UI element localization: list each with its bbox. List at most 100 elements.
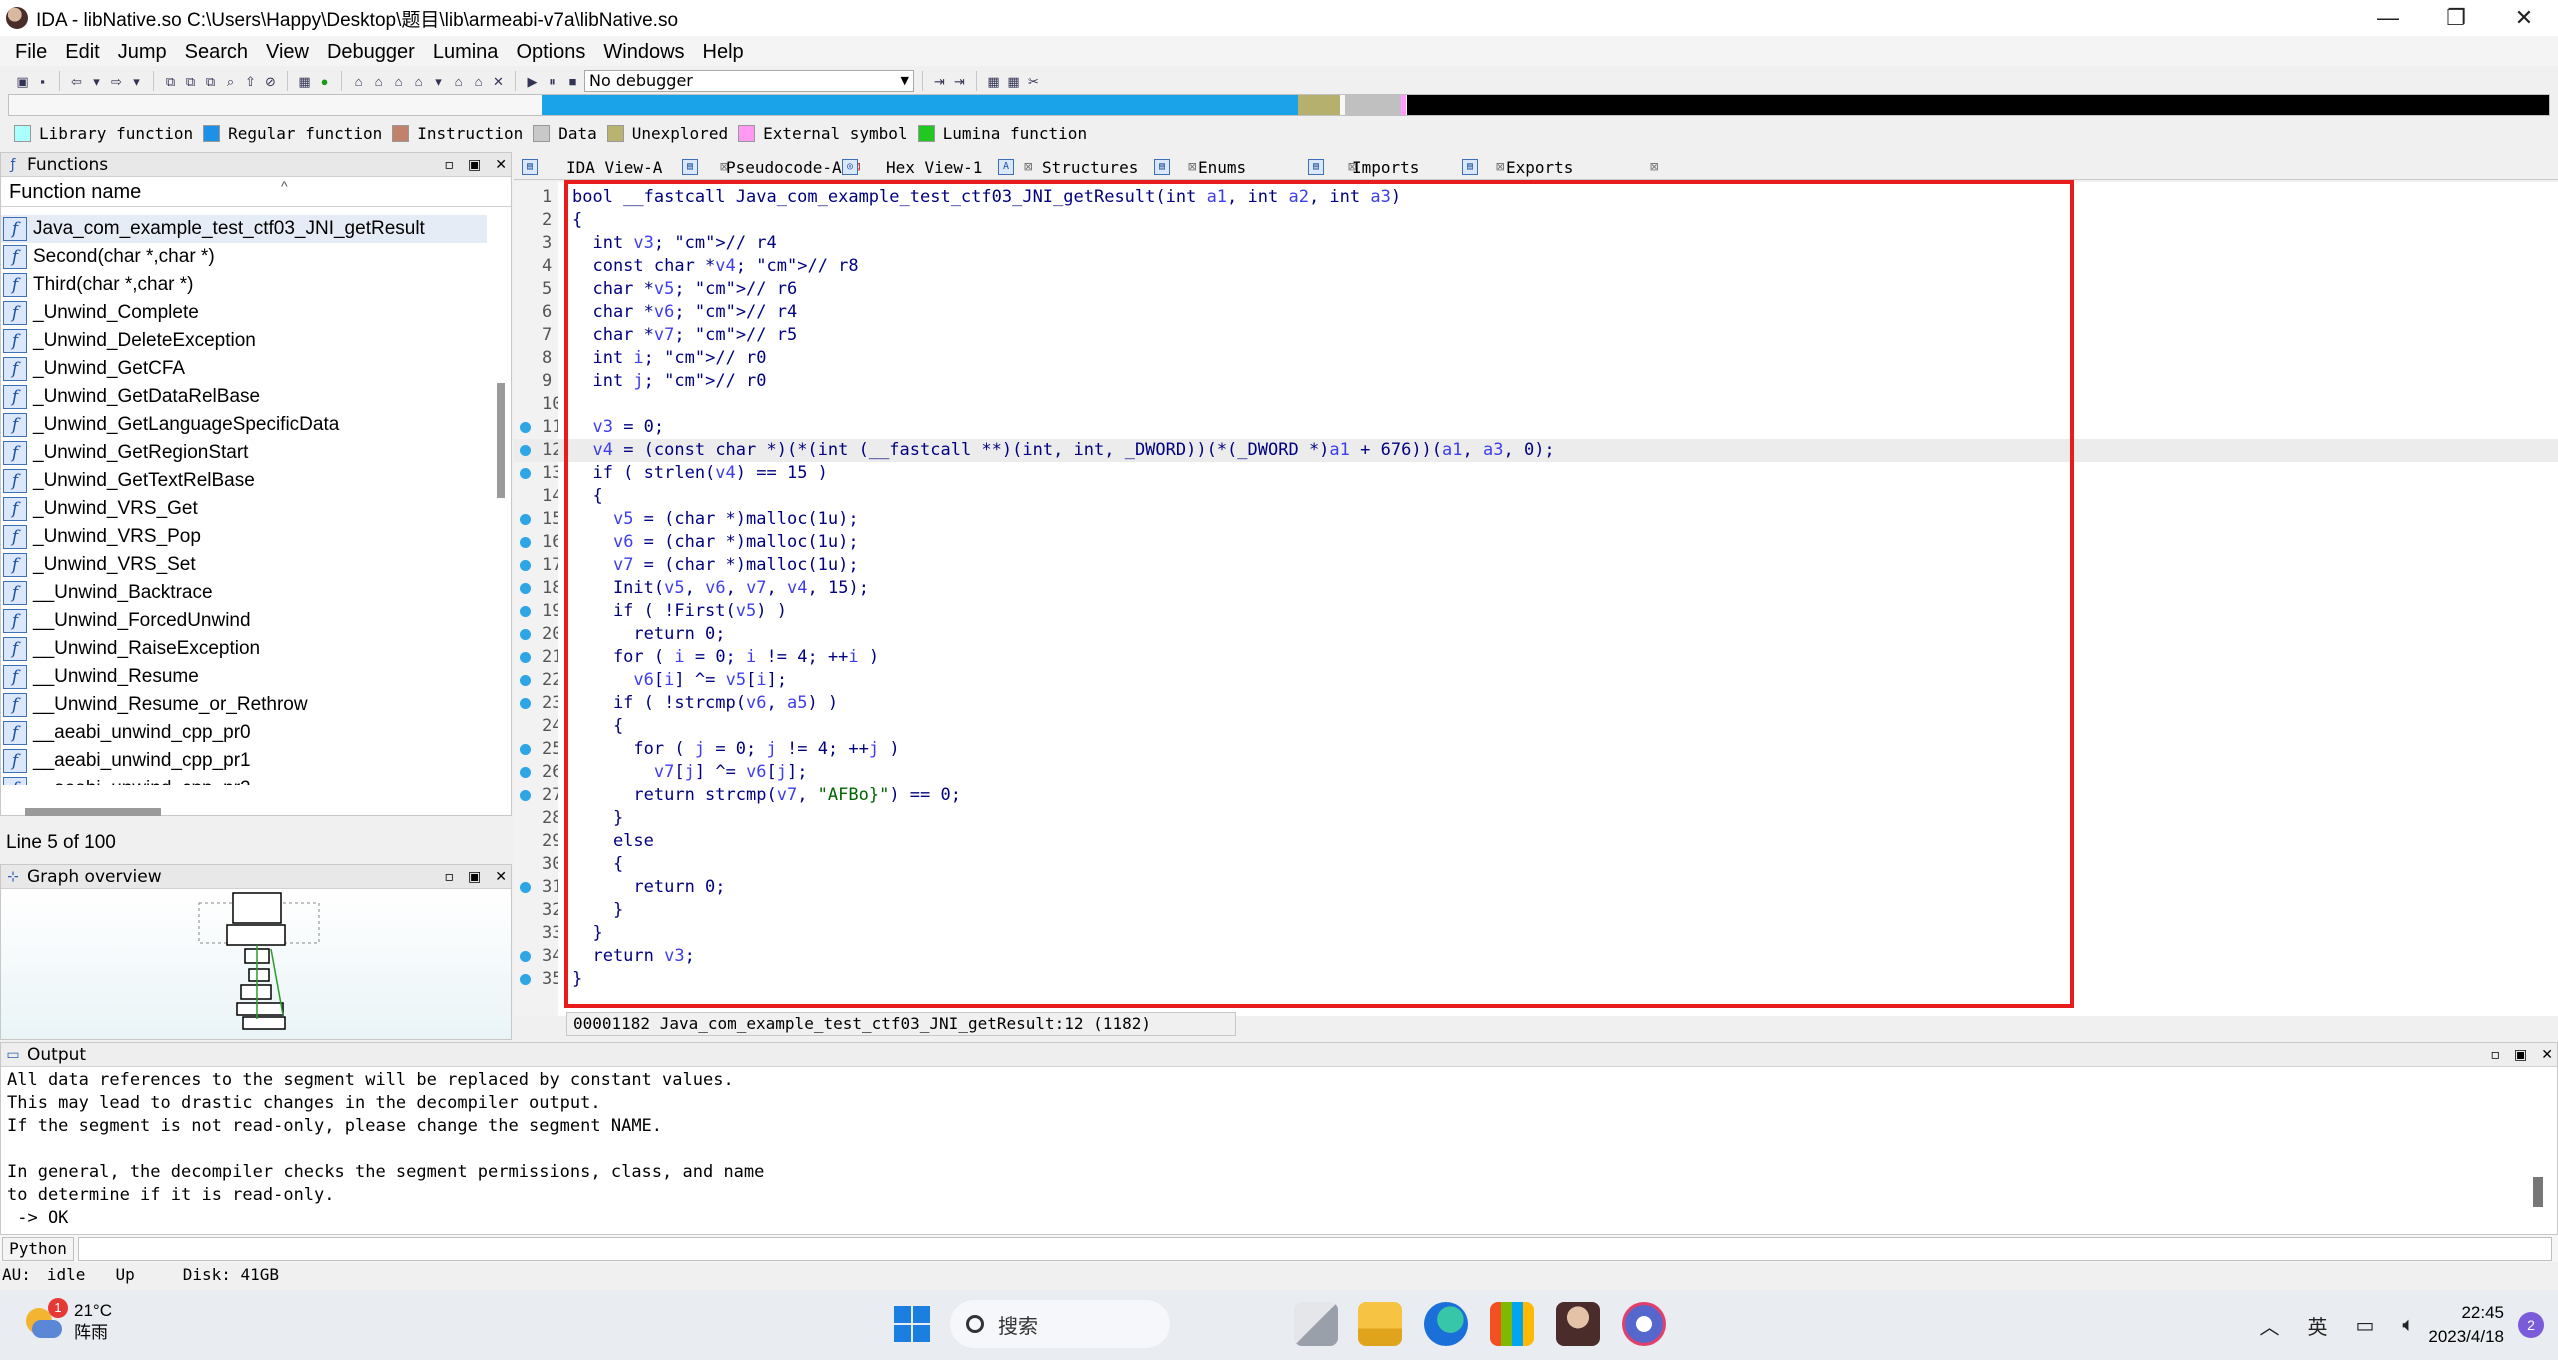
menu-jump[interactable]: Jump [109, 41, 176, 64]
function-list-item[interactable]: f _Unwind_Complete [1, 299, 487, 327]
close-button[interactable]: ✕ [2490, 0, 2558, 36]
task-view-icon[interactable] [1294, 1302, 1338, 1346]
function-list-item[interactable]: f Third(char *,char *) [1, 271, 487, 299]
code-text[interactable]: for ( j = 0; j != 4; ++j ) [572, 738, 899, 761]
copy-icon[interactable]: ⧉ [162, 73, 179, 90]
code-text[interactable]: { [572, 485, 602, 508]
code-text[interactable]: int v3; "cm">// r4 [572, 232, 776, 255]
menu-windows[interactable]: Windows [594, 41, 693, 64]
code-icon[interactable]: ⌂ [410, 73, 427, 90]
microsoft-store-icon[interactable] [1490, 1302, 1534, 1346]
function-icon[interactable]: ⌂ [350, 73, 367, 90]
menu-file[interactable]: File [6, 41, 56, 64]
tab-enums[interactable]: ▤ Enums ⊠ [1154, 154, 1356, 180]
code-line[interactable]: 4 const char *v4; "cm">// r8 [514, 255, 2558, 278]
code-line[interactable]: 34 return v3; [514, 945, 2558, 968]
code-line[interactable]: 10 [514, 393, 2558, 416]
code-line[interactable]: 20 return 0; [514, 623, 2558, 646]
jadx-taskbar-icon[interactable] [1622, 1302, 1666, 1346]
code-text[interactable]: v6[i] ^= v5[i]; [572, 669, 787, 692]
tab-exports[interactable]: ▤ Exports ⊠ [1462, 154, 1658, 180]
code-line[interactable]: 14 { [514, 485, 2558, 508]
function-list-item[interactable]: f __aeabi_unwind_cpp_pr1 [1, 747, 487, 775]
code-text[interactable]: } [572, 968, 582, 991]
code-text[interactable]: for ( i = 0; i != 4; ++i ) [572, 646, 879, 669]
edge-browser-icon[interactable] [1424, 1302, 1468, 1346]
code-line[interactable]: 16 v6 = (char *)malloc(1u); [514, 531, 2558, 554]
function-list-item[interactable]: f Java_com_example_test_ctf03_JNI_getResu… [1, 215, 487, 243]
code-line[interactable]: 6 char *v6; "cm">// r4 [514, 301, 2558, 324]
code-text[interactable]: char *v5; "cm">// r6 [572, 278, 797, 301]
code-text[interactable]: if ( !strcmp(v6, a5) ) [572, 692, 838, 715]
network-icon[interactable]: ▭ [2355, 1313, 2374, 1338]
function-list-item[interactable]: f __Unwind_Backtrace [1, 579, 487, 607]
breakpoint-dot-icon[interactable] [520, 583, 531, 594]
code-line[interactable]: 30 { [514, 853, 2558, 876]
output-scrollbar-thumb[interactable] [2533, 1177, 2543, 1207]
code-text[interactable]: int i; "cm">// r0 [572, 347, 766, 370]
function-list-item[interactable]: f __Unwind_ForcedUnwind [1, 607, 487, 635]
code-line[interactable]: 2{ [514, 209, 2558, 232]
function-list-item[interactable]: f _Unwind_DeleteException [1, 327, 487, 355]
code-text[interactable]: } [572, 899, 623, 922]
step-over-icon[interactable]: ⇥ [951, 73, 968, 90]
code-line[interactable]: 24 { [514, 715, 2558, 738]
code-text[interactable]: if ( strlen(v4) == 15 ) [572, 462, 827, 485]
panel-float-button[interactable]: ▫ [445, 869, 455, 885]
forward-dropdown-icon[interactable]: ▾ [128, 73, 145, 90]
tab-pseudocode-a[interactable]: ▤Pseudocode-A⊠ [682, 154, 860, 180]
python-command-input[interactable] [78, 1237, 2552, 1261]
menu-help[interactable]: Help [694, 41, 753, 64]
breakpoint-dot-icon[interactable] [520, 514, 531, 525]
breakpoint-dot-icon[interactable] [520, 606, 531, 617]
save-icon[interactable]: ▪ [34, 73, 51, 90]
minimize-button[interactable]: — [2354, 0, 2422, 36]
tab-close-icon[interactable]: ⊠ [1650, 159, 1658, 175]
code-line[interactable]: 27 return strcmp(v7, "AFBo}") == 0; [514, 784, 2558, 807]
breakpoint-dot-icon[interactable] [520, 698, 531, 709]
pseudocode-view[interactable]: 1 bool __fastcall Java_com_example_test_c… [514, 182, 2558, 1016]
struct-icon[interactable]: ⌂ [390, 73, 407, 90]
breakpoint-dot-icon[interactable] [520, 790, 531, 801]
tools-icon[interactable]: ✂ [1025, 73, 1042, 90]
breakpoint-dot-icon[interactable] [520, 445, 531, 456]
breakpoint-dot-icon[interactable] [520, 767, 531, 778]
code-line[interactable]: 19 if ( !First(v5) ) [514, 600, 2558, 623]
function-list-item[interactable]: f _Unwind_GetRegionStart [1, 439, 487, 467]
graph-view-icon[interactable]: ▦ [296, 73, 313, 90]
code-text[interactable]: bool __fastcall Java_com_example_test_ct… [572, 186, 1401, 209]
code-text[interactable]: return v3; [572, 945, 694, 968]
breakpoint-dot-icon[interactable] [520, 468, 531, 479]
breakpoint-dot-icon[interactable] [520, 951, 531, 962]
code-line[interactable]: 8 int i; "cm">// r0 [514, 347, 2558, 370]
navigation-band[interactable] [8, 94, 2550, 116]
function-name-column-header[interactable]: Function name ^ [1, 177, 511, 207]
breakpoint-dot-icon[interactable] [520, 629, 531, 640]
mark-icon[interactable]: ⊘ [262, 73, 279, 90]
code-line[interactable]: 11 v3 = 0; [514, 416, 2558, 439]
graph-overview-canvas[interactable] [1, 889, 511, 1039]
code-text[interactable]: return 0; [572, 876, 725, 899]
code-text[interactable]: return strcmp(v7, "AFBo}") == 0; [572, 784, 961, 807]
code-text[interactable]: } [572, 807, 623, 830]
menu-options[interactable]: Options [507, 41, 594, 64]
breakpoint-dot-icon[interactable] [520, 537, 531, 548]
code-text[interactable]: v7 = (char *)malloc(1u); [572, 554, 859, 577]
binary-search-icon[interactable]: ⌕ [222, 73, 239, 90]
step-into-icon[interactable]: ⇥ [931, 73, 948, 90]
function-list-item[interactable]: f Second(char *,char *) [1, 243, 487, 271]
paste-icon[interactable]: ⧉ [182, 73, 199, 90]
functions-horizontal-scrollbar[interactable] [25, 808, 161, 816]
breakpoint-dot-icon[interactable] [520, 652, 531, 663]
code-text[interactable]: { [572, 715, 623, 738]
jump-up-icon[interactable]: ⇧ [242, 73, 259, 90]
segment-icon[interactable]: ⌂ [470, 73, 487, 90]
breakpoint-dot-icon[interactable] [520, 882, 531, 893]
code-text[interactable]: else [572, 830, 654, 853]
code-line[interactable]: 32 } [514, 899, 2558, 922]
code-line[interactable]: 33 } [514, 922, 2558, 945]
taskbar-search[interactable]: 搜索 [950, 1300, 1170, 1348]
code-text[interactable]: { [572, 209, 582, 232]
code-line[interactable]: 9 int j; "cm">// r0 [514, 370, 2558, 393]
open-file-icon[interactable]: ▣ [14, 73, 31, 90]
